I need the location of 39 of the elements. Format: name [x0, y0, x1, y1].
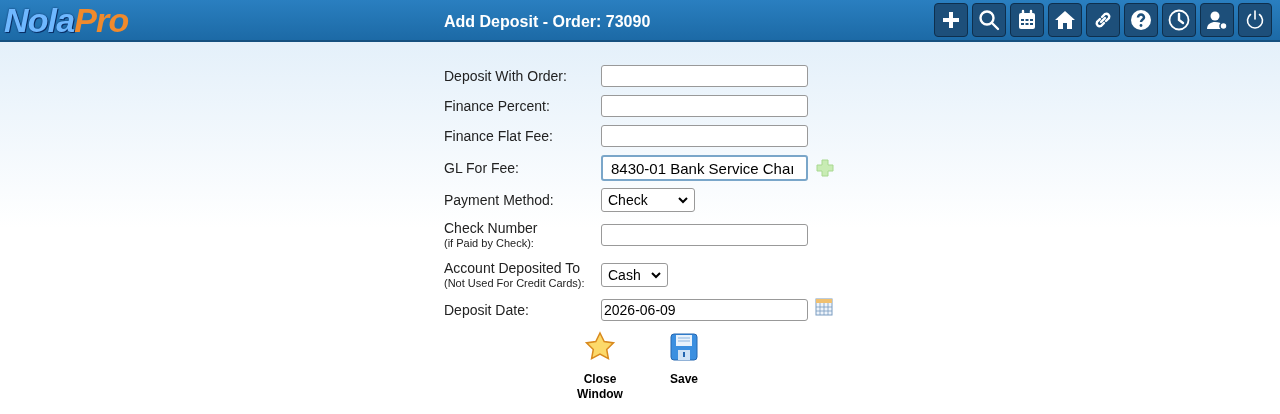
add-button[interactable]	[934, 3, 968, 37]
home-icon	[1053, 8, 1077, 32]
logo-text: Pro	[74, 1, 129, 39]
logo-text: Nola	[4, 1, 75, 39]
dropdown[interactable]: Check	[601, 188, 695, 212]
input-field[interactable]	[601, 95, 808, 117]
input-field[interactable]	[601, 65, 808, 87]
user-settings-button[interactable]	[1200, 3, 1234, 37]
input-field[interactable]: 2026-06-09	[601, 299, 808, 321]
search-icon	[977, 8, 1001, 32]
field-label: Payment Method:	[444, 192, 555, 208]
window-title: Add Deposit - Order: 73090	[444, 12, 651, 32]
clock-button[interactable]	[1162, 3, 1196, 37]
search-button[interactable]	[972, 3, 1006, 37]
star-icon[interactable]	[584, 331, 616, 363]
input-field[interactable]: 8430-01 Bank Service Chaı	[601, 155, 808, 181]
caret-icon	[678, 196, 688, 204]
field-label: Check Number	[444, 220, 539, 236]
action-label[interactable]: Save	[670, 372, 698, 387]
field-label: Finance Flat Fee:	[444, 128, 554, 144]
dropdown[interactable]: Cash	[601, 263, 668, 287]
input-field[interactable]	[601, 125, 808, 147]
home-button[interactable]	[1048, 3, 1082, 37]
help-button[interactable]	[1124, 3, 1158, 37]
action-label[interactable]: Close Window	[577, 372, 623, 402]
field-hint: (if Paid by Check):	[444, 236, 535, 250]
field-label: Account Deposited To	[444, 260, 581, 276]
input-field[interactable]	[601, 224, 808, 246]
field-hint: (Not Used For Credit Cards):	[444, 276, 586, 290]
power-button[interactable]	[1238, 3, 1272, 37]
field-label: Deposit Date:	[444, 302, 530, 318]
field-label: GL For Fee:	[444, 160, 520, 176]
field-label: Finance Percent:	[444, 98, 551, 114]
link-button[interactable]	[1086, 3, 1120, 37]
clock-icon	[1167, 8, 1191, 32]
field-label: Deposit With Order:	[444, 68, 568, 84]
caret-icon	[650, 271, 661, 279]
help-icon	[1129, 8, 1153, 32]
calendar-button[interactable]	[1010, 3, 1044, 37]
